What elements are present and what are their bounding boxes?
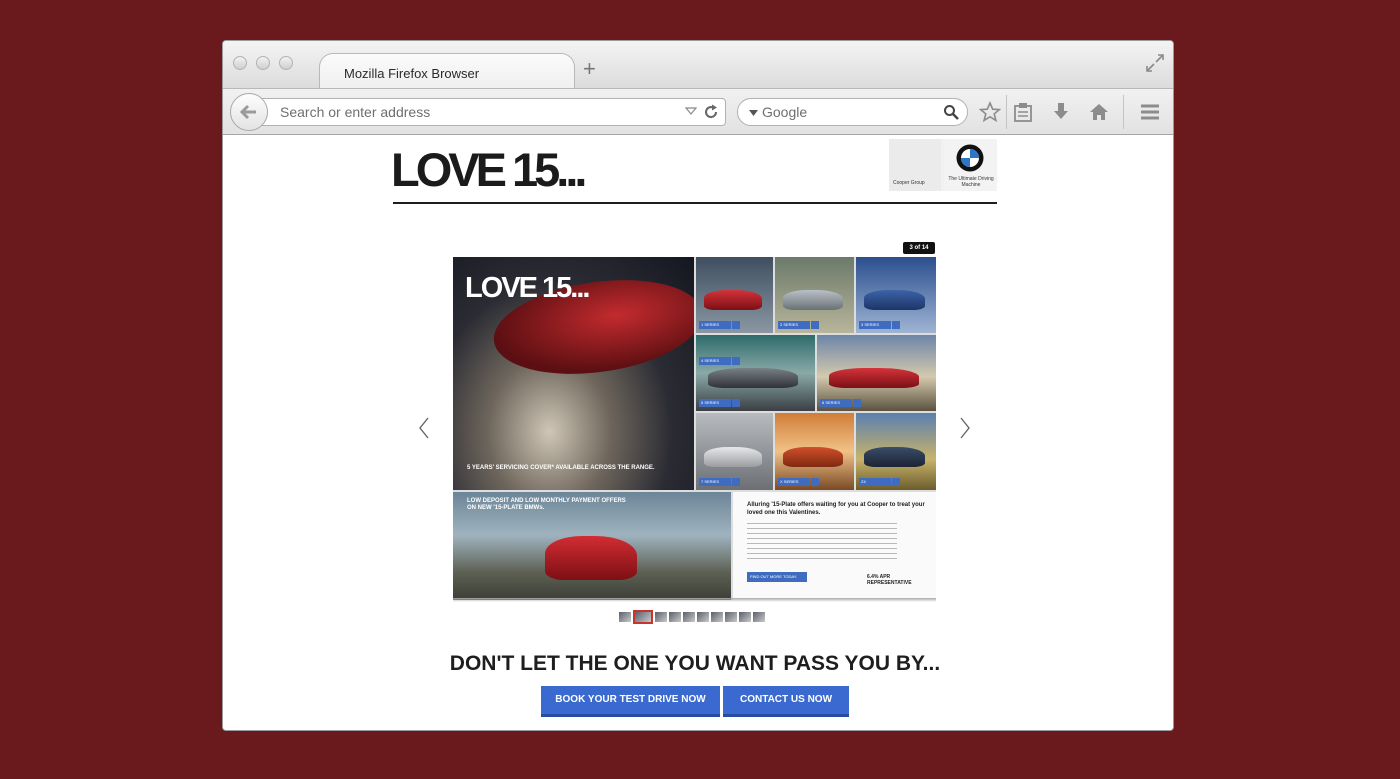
thumbnail[interactable] [669, 612, 681, 622]
bmw-roundel-icon [956, 144, 984, 172]
red-car-image [545, 536, 637, 580]
model-label: 7 SERIES [701, 479, 720, 484]
bookmark-star-icon[interactable] [979, 101, 1001, 123]
tab-bar: Mozilla Firefox Browser + [223, 41, 1173, 89]
thumbnail[interactable] [655, 612, 667, 622]
carousel-next-icon[interactable] [958, 416, 972, 440]
model-tile[interactable]: 1 SERIES [696, 257, 773, 333]
model-label: 2 SERIES [780, 322, 799, 327]
carousel-thumbnails [619, 610, 771, 624]
search-bar[interactable]: Google [737, 98, 968, 126]
close-window-button[interactable] [233, 56, 247, 70]
model-label: 5 SERIES [701, 400, 720, 405]
thumbnail[interactable] [697, 612, 709, 622]
tagline-heading: DON'T LET THE ONE YOU WANT PASS YOU BY..… [449, 652, 941, 675]
site-logo[interactable]: LOVE 15... [391, 142, 587, 197]
address-bar[interactable]: Search or enter address [257, 98, 726, 126]
model-tile[interactable]: 4 SERIES 5 SERIES [696, 335, 815, 411]
model-label: Z4 [861, 479, 866, 484]
promo-title: LOW DEPOSIT AND LOW MONTHLY PAYMENT OFFE… [467, 498, 626, 511]
model-tile[interactable]: 3 SERIES [856, 257, 936, 333]
toolbar-separator [1006, 95, 1007, 129]
dealer-logos: Cooper Group The Ultimate Driving Machin… [889, 139, 997, 191]
model-tile[interactable]: X SERIES [775, 413, 854, 490]
offer-panel: Alluring '15-Plate offers waiting for yo… [733, 492, 936, 600]
book-test-drive-button[interactable]: BOOK YOUR TEST DRIVE NOW [541, 686, 720, 717]
reload-icon[interactable] [703, 104, 719, 120]
search-engine-label: Google [762, 104, 808, 120]
downloads-icon[interactable] [1051, 101, 1071, 123]
carousel-prev-icon[interactable] [417, 416, 431, 440]
model-label: 1 SERIES [701, 322, 720, 327]
search-engine-dropdown-icon[interactable] [749, 110, 758, 116]
header-divider [393, 202, 997, 204]
slide-counter: 3 of 14 [903, 242, 935, 254]
address-bar-placeholder: Search or enter address [280, 104, 431, 120]
find-out-more-button[interactable]: FIND OUT MORE TODAY. [747, 572, 807, 582]
model-tile[interactable]: 6 SERIES [817, 335, 936, 411]
offer-title: Alluring '15-Plate offers waiting for yo… [747, 502, 925, 516]
model-tile[interactable]: Z4 [856, 413, 936, 490]
web-page: LOVE 15... Cooper Group The Ultimate Dri… [223, 136, 1173, 730]
back-button[interactable] [230, 93, 268, 131]
bmw-tagline: The Ultimate Driving Machine [948, 176, 994, 188]
thumbnail[interactable] [739, 612, 751, 622]
fullscreen-icon[interactable] [1145, 53, 1165, 73]
model-tile[interactable]: 2 SERIES [775, 257, 854, 333]
dealer-name: Cooper Group [893, 180, 925, 186]
thumbnail[interactable] [683, 612, 695, 622]
dealer-logo[interactable]: Cooper Group [889, 139, 941, 191]
bookmarks-menu-icon[interactable] [1013, 101, 1033, 123]
back-arrow-icon [239, 104, 256, 120]
navigation-toolbar: Search or enter address Google [223, 88, 1173, 135]
carousel-slide[interactable]: LOVE 15... 5 YEARS' SERVICING COVER* AVA… [453, 257, 936, 600]
thumbnail[interactable] [619, 612, 631, 622]
model-tile[interactable]: 7 SERIES [696, 413, 773, 490]
slide-shadow [453, 598, 936, 602]
contact-us-button[interactable]: CONTACT US NOW [723, 686, 849, 717]
home-icon[interactable] [1088, 101, 1110, 123]
thumbnail[interactable] [711, 612, 723, 622]
tab-active[interactable]: Mozilla Firefox Browser [319, 53, 575, 89]
toolbar-separator [1123, 95, 1124, 129]
promo-image[interactable]: LOW DEPOSIT AND LOW MONTHLY PAYMENT OFFE… [453, 492, 731, 600]
thumbnail[interactable] [725, 612, 737, 622]
browser-window: Mozilla Firefox Browser + Search or ente… [222, 40, 1174, 731]
model-label: 6 SERIES [822, 400, 841, 405]
new-tab-button[interactable]: + [583, 58, 596, 80]
tab-title: Mozilla Firefox Browser [344, 66, 480, 81]
hero-title: LOVE 15... [465, 272, 590, 304]
model-label: 4 SERIES [701, 358, 720, 363]
offer-body-text [747, 523, 897, 561]
offer-apr: 6.4% APR REPRESENTATIVE [867, 574, 912, 586]
thumbnail-active[interactable] [633, 610, 653, 624]
minimize-window-button[interactable] [256, 56, 270, 70]
hero-caption: 5 YEARS' SERVICING COVER* AVAILABLE ACRO… [467, 465, 655, 471]
history-dropdown-icon[interactable] [685, 106, 697, 116]
thumbnail[interactable] [753, 612, 765, 622]
zoom-window-button[interactable] [279, 56, 293, 70]
search-icon[interactable] [943, 104, 959, 120]
hero-image: LOVE 15... 5 YEARS' SERVICING COVER* AVA… [453, 257, 694, 490]
model-label: X SERIES [780, 479, 799, 484]
hamburger-menu-icon[interactable] [1139, 101, 1161, 123]
model-label: 3 SERIES [861, 322, 880, 327]
